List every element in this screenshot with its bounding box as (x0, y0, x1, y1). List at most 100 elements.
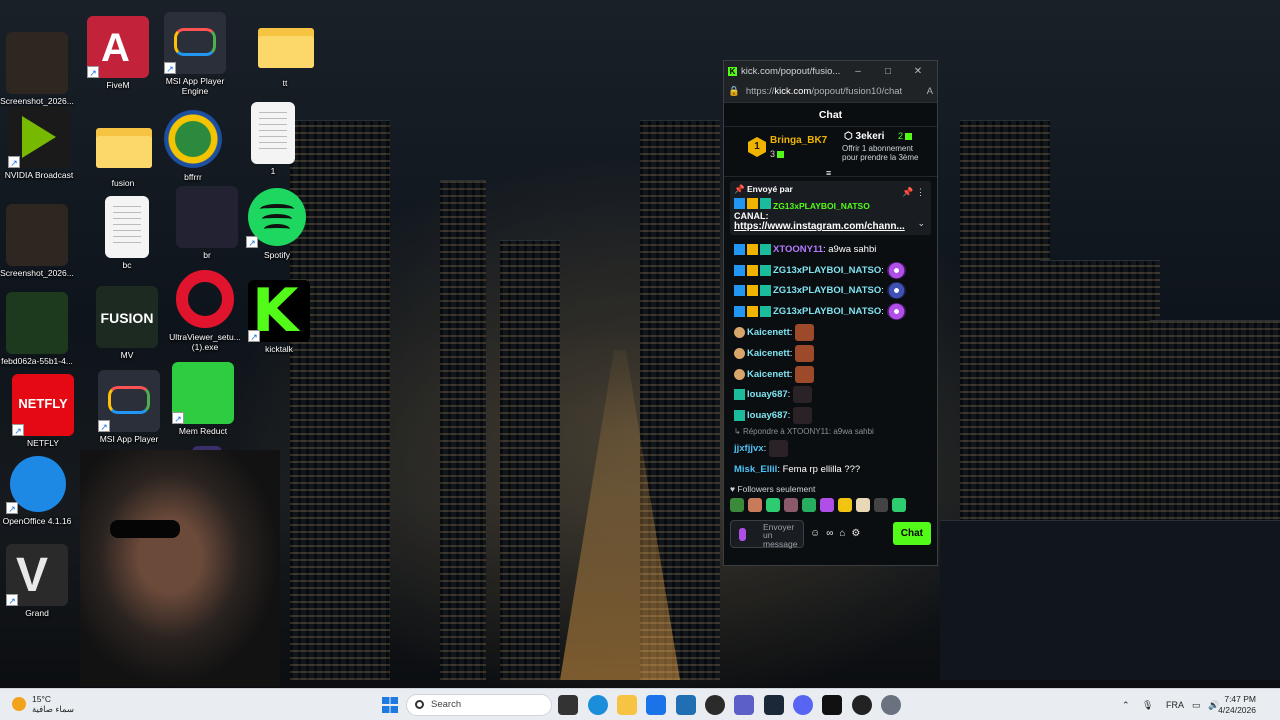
send-chat-button[interactable]: Chat (892, 522, 931, 546)
chat-username[interactable]: Kaicenett (747, 327, 790, 338)
desktop-icon-bffrrr[interactable]: bffrrr (156, 108, 230, 182)
gear-icon[interactable]: ⚙ (851, 528, 860, 539)
url-text[interactable]: https://kick.com/popout/fusion10/chat (746, 86, 927, 97)
infinity-icon[interactable]: ∞ (826, 528, 833, 539)
address-bar[interactable]: 🔒 https://kick.com/popout/fusion10/chat … (724, 81, 937, 103)
pinned-message[interactable]: 📌 Envoyé par ZG13xPLAYBOI_NATSO CANAL: h… (730, 181, 931, 235)
chat-username[interactable]: ZG13xPLAYBOI_NATSO (773, 265, 881, 276)
chat-message[interactable]: ZG13xPLAYBOI_NATSO: (734, 260, 927, 281)
chat-username[interactable]: Kaicenett (747, 348, 790, 359)
chat-message[interactable]: Kaicenett: (734, 343, 927, 364)
emote[interactable] (766, 497, 780, 512)
pin-icon[interactable]: 📌 ⋮ (902, 187, 925, 198)
task-view-icon[interactable] (558, 695, 578, 715)
xbox-icon[interactable] (705, 695, 725, 715)
store-icon[interactable] (676, 695, 696, 715)
chat-message[interactable]: ZG13xPLAYBOI_NATSO: (734, 281, 927, 302)
filter-icon[interactable]: ≡ (826, 168, 831, 178)
chat-message[interactable]: Kaicenett: (734, 364, 927, 385)
desktop-icon-spotify[interactable]: ↗ Spotify (240, 186, 314, 260)
desktop-icon-fusion[interactable]: fusion (86, 114, 160, 188)
file-explorer-icon[interactable] (617, 695, 637, 715)
clock[interactable]: 7:47 PM 4/24/2026 (1218, 694, 1256, 716)
outlook-icon[interactable] (646, 695, 666, 715)
leader-name[interactable]: Bringa_BK7 (770, 135, 827, 146)
chat-message[interactable]: Misk_Ellil: Fema rp ellilla ??? (734, 459, 927, 480)
desktop-icon-grand[interactable]: V ↗ Grand (0, 544, 74, 618)
desktop-icon-nvidia[interactable]: ↗ NVIDIA Broadcast (2, 106, 76, 180)
chat-messages[interactable]: XTOONY11: a9wa sahbi ZG13xPLAYBOI_NATSO: Z… (724, 239, 937, 426)
read-aloud-icon[interactable]: A (927, 86, 933, 97)
chat-message[interactable]: ZG13xPLAYBOI_NATSO: (734, 301, 927, 322)
desktop-icon-netfly[interactable]: NETFLY ↗ NETFLY (6, 374, 80, 448)
emote[interactable] (856, 497, 870, 512)
emote[interactable] (820, 497, 834, 512)
network-icon[interactable]: ▭ (1192, 689, 1201, 720)
steam-icon[interactable] (764, 695, 784, 715)
settings-icon[interactable] (881, 695, 901, 715)
desktop-icon-mv[interactable]: FUSION MV (90, 286, 164, 360)
emote[interactable] (874, 497, 888, 512)
maximize-button[interactable]: □ (873, 66, 903, 77)
edge-icon[interactable] (588, 695, 608, 715)
weather-widget[interactable]: 15°C سماء صافية (12, 694, 74, 714)
window-titlebar[interactable]: K kick.com/popout/fusio... – □ ✕ (724, 61, 937, 81)
microphone-icon (739, 527, 746, 541)
desktop-icon-bc[interactable]: bc (90, 196, 164, 270)
chat-message[interactable]: louay687: (734, 385, 927, 406)
teams-icon[interactable] (734, 695, 754, 715)
chevron-up-icon[interactable]: ⌃ (1122, 689, 1130, 720)
microphone-icon[interactable]: 🎙 (1142, 689, 1153, 720)
emote[interactable] (802, 497, 816, 512)
chat-message[interactable]: Kaicenett: (734, 322, 927, 343)
reply-context[interactable]: ↳ Répondre à XTOONY11: a9wa sahbi (734, 426, 927, 438)
search-input[interactable]: Search (406, 694, 552, 716)
desktop-icon-msi-engine[interactable]: ↗ MSI App Player Engine (158, 12, 232, 96)
chat-input-row[interactable]: Envoyer un message ☺ ∞ ⌂ ⚙ Chat (724, 516, 937, 552)
emote[interactable] (784, 497, 798, 512)
chat-popup-window[interactable]: K kick.com/popout/fusio... – □ ✕ 🔒 https… (723, 60, 938, 566)
emote[interactable] (730, 497, 744, 512)
chat-username[interactable]: XTOONY11 (773, 244, 823, 255)
pinned-link[interactable]: https://www.instagram.com/chann... (734, 221, 927, 232)
desktop-icon-febd062a[interactable]: febd062a-55b1-4... (0, 292, 74, 366)
desktop-icon-screenshot-2[interactable]: Screenshot_2026... (0, 204, 74, 278)
desktop-icon-br[interactable]: br (170, 186, 244, 260)
desktop-icon-kicktalk[interactable]: K ↗ kicktalk (242, 276, 316, 354)
taskbar[interactable]: 15°C سماء صافية Search ⌃ 🎙 FRA ▭ 🔊 7:47 P… (0, 688, 1280, 720)
language-indicator[interactable]: FRA (1166, 689, 1184, 720)
nvidia-broadcast-icon[interactable] (822, 695, 842, 715)
desktop-icon-msi-player[interactable]: ↗ MSI App Player (92, 370, 166, 444)
leader-name[interactable]: ⬡ 3ekeri (844, 131, 884, 142)
windows-start-icon[interactable] (382, 697, 398, 713)
chat-username[interactable]: ZG13xPLAYBOI_NATSO (773, 306, 881, 317)
chat-input[interactable]: Envoyer un message (730, 519, 804, 548)
desktop-icon-tt[interactable]: tt (248, 14, 322, 88)
chat-username[interactable]: Kaicenett (747, 369, 790, 380)
desktop-icon-doc-1[interactable]: 1 (236, 102, 310, 176)
emote-bar[interactable] (724, 494, 937, 516)
desktop-icon-screenshot-1[interactable]: Screenshot_2026... (0, 32, 74, 106)
pinned-user[interactable]: ZG13xPLAYBOI_NATSO (734, 198, 927, 211)
emote[interactable] (892, 497, 906, 512)
gift-offer-text[interactable]: Offrir 1 abonnement pour prendre la 3ème (842, 144, 922, 162)
desktop-icon-fivem[interactable]: A ↗ FiveM (81, 16, 155, 90)
chat-message[interactable]: louay687: (734, 405, 927, 426)
chat-username[interactable]: louay687 (747, 410, 788, 421)
close-button[interactable]: ✕ (903, 66, 933, 77)
desktop-icon-openoffice[interactable]: ↗ OpenOffice 4.1.16 (0, 452, 74, 526)
minimize-button[interactable]: – (843, 66, 873, 77)
discord-icon[interactable] (793, 695, 813, 715)
obs-icon[interactable] (852, 695, 872, 715)
emote[interactable] (748, 497, 762, 512)
chat-username[interactable]: louay687 (747, 389, 788, 400)
desktop-icon-ultraviewer[interactable]: UltraViewer_setu... (1).exe (168, 268, 242, 352)
chat-message[interactable]: jjxfjjvx: (734, 438, 927, 459)
emoji-icon[interactable]: ☺ (810, 528, 820, 539)
chat-username[interactable]: ZG13xPLAYBOI_NATSO (773, 285, 881, 296)
desktop-icon-mem-reduct[interactable]: ↗ Mem Reduct (166, 362, 240, 436)
store-icon[interactable]: ⌂ (839, 528, 845, 539)
chat-message[interactable]: XTOONY11: a9wa sahbi (734, 239, 927, 260)
emote[interactable] (838, 497, 852, 512)
chevron-down-icon[interactable]: ⌄ (917, 218, 925, 229)
